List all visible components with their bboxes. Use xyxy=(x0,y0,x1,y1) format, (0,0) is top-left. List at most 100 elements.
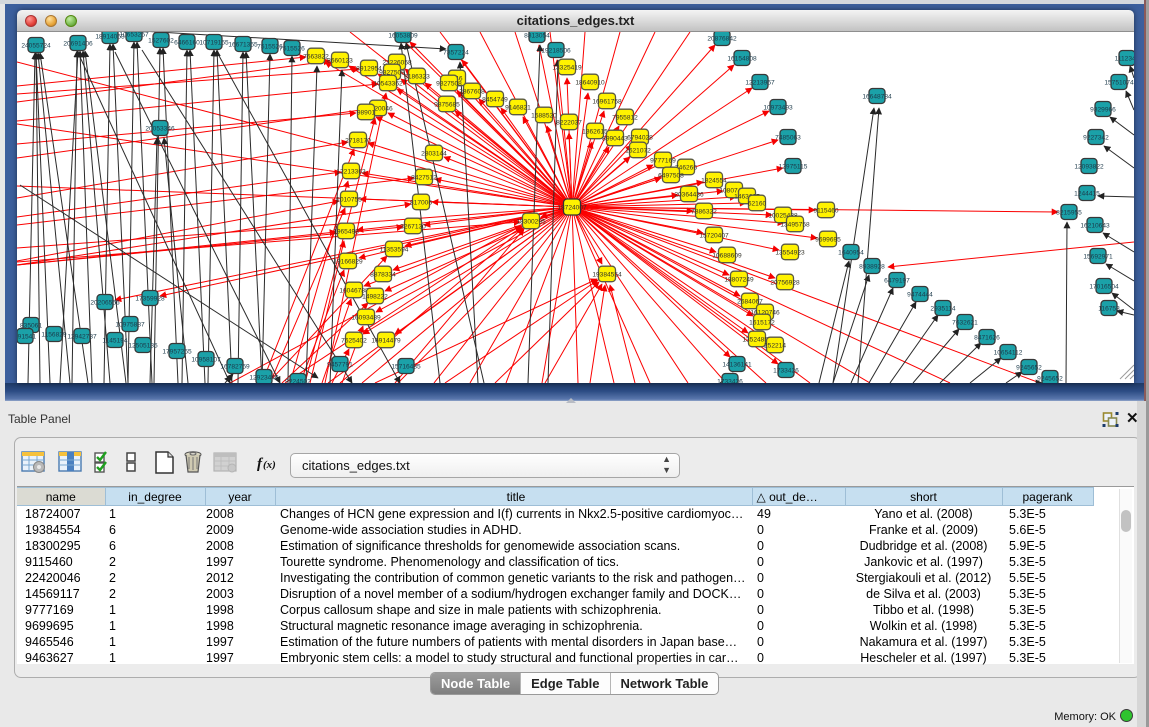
svg-text:7632621: 7632621 xyxy=(952,320,978,327)
svg-text:12505135: 12505135 xyxy=(128,343,158,350)
svg-text:8813054: 8813054 xyxy=(524,33,550,40)
svg-text:2867608: 2867608 xyxy=(459,89,485,96)
svg-text:18640910: 18640910 xyxy=(575,80,605,87)
svg-text:12923446: 12923446 xyxy=(249,375,279,382)
svg-text:8990443: 8990443 xyxy=(602,136,628,143)
svg-text:9224502: 9224502 xyxy=(285,379,311,384)
svg-text:8878334: 8878334 xyxy=(370,272,396,279)
svg-text:17016504: 17016504 xyxy=(1089,284,1119,291)
svg-text:116753: 116753 xyxy=(1098,306,1120,313)
svg-text:1244415: 1244415 xyxy=(1074,191,1100,198)
svg-text:8660123: 8660123 xyxy=(327,58,353,65)
svg-text:12093822: 12093822 xyxy=(1074,164,1104,171)
svg-text:2935114: 2935114 xyxy=(930,306,956,313)
svg-text:7955812: 7955812 xyxy=(612,115,638,122)
svg-text:10958107: 10958107 xyxy=(191,357,221,364)
svg-text:252214: 252214 xyxy=(764,343,786,350)
svg-text:16093489: 16093489 xyxy=(351,315,381,322)
svg-text:16961758: 16961758 xyxy=(592,99,622,106)
svg-text:10973493: 10973493 xyxy=(763,105,793,112)
svg-text:20206556: 20206556 xyxy=(90,300,120,307)
svg-text:13495758: 13495758 xyxy=(780,222,810,229)
svg-text:16782759: 16782759 xyxy=(220,364,250,371)
svg-text:19166829: 19166829 xyxy=(333,259,363,266)
svg-text:13325419: 13325419 xyxy=(552,65,582,72)
svg-text:2803144: 2803144 xyxy=(421,151,447,158)
svg-text:7485063: 7485063 xyxy=(775,135,801,142)
svg-text:2718170: 2718170 xyxy=(345,138,371,145)
svg-text:62160: 62160 xyxy=(748,201,767,208)
svg-text:7515526: 7515526 xyxy=(279,46,305,53)
svg-text:8938928: 8938928 xyxy=(859,264,885,271)
svg-text:12942737: 12942737 xyxy=(67,334,97,341)
svg-text:18807249: 18807249 xyxy=(724,277,754,284)
svg-text:1733426: 1733426 xyxy=(773,368,799,375)
svg-text:10543362: 10543362 xyxy=(373,81,403,88)
svg-text:1965498: 1965498 xyxy=(333,229,359,236)
svg-text:9327508: 9327508 xyxy=(436,81,462,88)
svg-text:10653267: 10653267 xyxy=(119,32,149,39)
svg-text:12975115: 12975115 xyxy=(779,164,808,171)
svg-text:9457791: 9457791 xyxy=(327,362,353,369)
svg-text:1010755: 1010755 xyxy=(336,197,362,204)
svg-text:20364436: 20364436 xyxy=(674,192,704,199)
svg-text:19218506: 19218506 xyxy=(541,48,571,55)
svg-text:9227342: 9227342 xyxy=(1083,135,1109,142)
svg-text:9875685: 9875685 xyxy=(434,102,460,109)
svg-text:3267130: 3267130 xyxy=(400,224,426,231)
svg-text:9245652: 9245652 xyxy=(1016,365,1042,372)
svg-text:16648784: 16648784 xyxy=(862,94,892,101)
svg-text:16210643: 16210643 xyxy=(1080,223,1110,230)
svg-text:1156829: 1156829 xyxy=(41,332,67,339)
svg-text:8215955: 8215955 xyxy=(1056,210,1082,217)
svg-text:817006: 817006 xyxy=(410,200,432,207)
svg-text:1621072: 1621072 xyxy=(625,148,651,155)
svg-text:9699695: 9699695 xyxy=(815,237,841,244)
svg-text:6466160: 6466160 xyxy=(174,40,200,47)
svg-text:16671355: 16671355 xyxy=(228,42,258,49)
svg-text:1615172: 1615172 xyxy=(749,320,775,327)
svg-text:1145194: 1145194 xyxy=(102,338,128,345)
svg-text:1527602: 1527602 xyxy=(148,38,174,45)
svg-text:1112345: 1112345 xyxy=(1115,56,1134,63)
svg-text:15720407: 15720407 xyxy=(699,233,729,240)
svg-text:24055724: 24055724 xyxy=(21,43,51,50)
svg-text:10975887: 10975887 xyxy=(115,322,145,329)
svg-text:9245652: 9245652 xyxy=(1037,376,1063,383)
svg-text:391541: 391541 xyxy=(17,334,36,341)
svg-text:15716485: 15716485 xyxy=(391,364,421,371)
svg-text:17359928: 17359928 xyxy=(135,296,165,303)
svg-text:20756928: 20756928 xyxy=(770,280,800,287)
svg-text:1640954: 1640954 xyxy=(838,250,864,257)
svg-text:14136141: 14136141 xyxy=(722,362,752,369)
svg-text:8222037: 8222037 xyxy=(556,120,582,127)
svg-text:10654112: 10654112 xyxy=(994,350,1023,357)
svg-text:9115460: 9115460 xyxy=(813,208,839,215)
svg-text:98901: 98901 xyxy=(357,110,376,117)
svg-text:20691406: 20691406 xyxy=(63,41,93,48)
svg-text:7663822: 7663822 xyxy=(303,54,329,61)
svg-text:12213967: 12213967 xyxy=(745,80,775,87)
svg-text:12213363: 12213363 xyxy=(336,169,366,176)
svg-text:18724007: 18724007 xyxy=(557,205,587,212)
svg-text:9777169: 9777169 xyxy=(650,158,676,165)
svg-text:7357224: 7357224 xyxy=(443,50,469,57)
svg-text:17957255: 17957255 xyxy=(162,349,192,356)
svg-text:1733426: 1733426 xyxy=(717,379,743,384)
svg-text:7625402: 7625402 xyxy=(341,338,367,345)
svg-text:8427512: 8427512 xyxy=(411,175,437,182)
svg-text:6794028: 6794028 xyxy=(627,135,653,142)
svg-text:9146821: 9146821 xyxy=(505,105,531,112)
svg-text:16154808: 16154808 xyxy=(727,56,757,63)
svg-text:20053346: 20053346 xyxy=(145,126,175,133)
svg-text:16914479: 16914479 xyxy=(371,338,401,345)
svg-text:7886322: 7886322 xyxy=(691,209,717,216)
svg-text:10719155: 10719155 xyxy=(199,40,229,47)
svg-text:1588520: 1588520 xyxy=(531,113,557,120)
svg-text:16053809: 16053809 xyxy=(388,33,418,40)
svg-text:19384554: 19384554 xyxy=(592,272,622,279)
svg-text:8454749: 8454749 xyxy=(482,97,508,104)
svg-text:20876842: 20876842 xyxy=(707,36,737,43)
svg-text:1362615: 1362615 xyxy=(582,129,608,136)
svg-text:1498222: 1498222 xyxy=(362,294,388,301)
